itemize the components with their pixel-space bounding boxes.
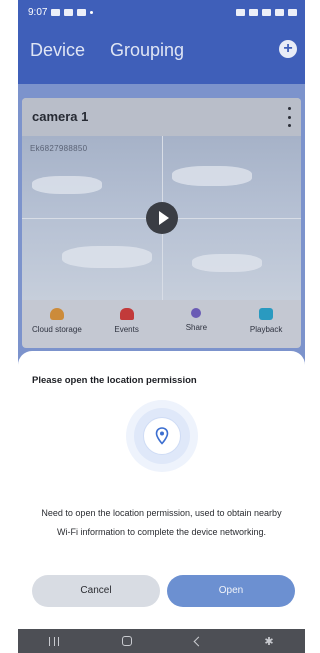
more-options-icon[interactable] [287, 107, 291, 127]
plus-circle-icon: + [283, 40, 293, 57]
dialog-title: Please open the location permission [32, 375, 197, 386]
preview-cloud [62, 246, 152, 268]
status-bar: 9:07 [18, 0, 305, 24]
cloud-icon [49, 308, 64, 320]
camera-name: camera 1 [32, 109, 89, 124]
location-pin-icon [155, 427, 169, 445]
status-time: 9:07 [28, 6, 48, 18]
battery-status-icon [288, 8, 297, 16]
location-permission-dialog: Please open the location permission Need… [18, 351, 305, 629]
camera-card-header: camera 1 [22, 98, 301, 136]
alarm-icon [119, 308, 134, 320]
playback-icon [259, 308, 274, 320]
preview-cloud [192, 254, 262, 272]
camera-preview[interactable]: Ek6827988850 [22, 136, 301, 300]
action-label: Share [185, 323, 208, 332]
more-notifications-icon [90, 10, 94, 14]
tab-grouping[interactable]: Grouping [110, 40, 184, 61]
image-notification-icon [77, 8, 87, 16]
cloud-storage-button[interactable]: Cloud storage [25, 308, 89, 334]
preview-cloud [32, 176, 102, 194]
back-icon[interactable] [193, 636, 204, 646]
accessibility-icon[interactable]: ✱ [264, 635, 273, 648]
tab-device[interactable]: Device [30, 40, 85, 61]
preview-cloud [172, 166, 252, 186]
action-label: Playback [249, 325, 283, 334]
device-id: Ek6827988850 [30, 144, 88, 153]
system-navigation-bar: ✱ [18, 629, 305, 653]
action-label: Events [114, 325, 139, 334]
alarm-status-icon [236, 8, 245, 16]
notification-icon [51, 8, 61, 16]
wifi-status-icon [262, 8, 271, 16]
cancel-button[interactable]: Cancel [32, 575, 160, 607]
dialog-message: Need to open the location permission, us… [41, 508, 282, 537]
location-illustration [126, 400, 198, 472]
open-button[interactable]: Open [167, 575, 295, 607]
play-icon[interactable] [145, 202, 178, 234]
camera-card[interactable]: camera 1 Ek6827988850 Cloud storage Even… [22, 98, 301, 348]
signal-status-icon [275, 8, 284, 16]
cloud-notification-icon [64, 8, 74, 16]
camera-actions: Cloud storage Events Share Playback [22, 300, 301, 348]
playback-button[interactable]: Playback [234, 308, 298, 334]
bluetooth-status-icon [249, 8, 258, 16]
add-device-button[interactable]: + [279, 40, 297, 58]
share-icon [191, 308, 202, 318]
events-button[interactable]: Events [95, 308, 159, 334]
recents-icon[interactable] [49, 636, 60, 646]
share-button[interactable]: Share [164, 308, 228, 332]
action-label: Cloud storage [31, 325, 82, 334]
app-header: Device Grouping + [18, 24, 305, 84]
home-icon[interactable] [122, 636, 133, 646]
